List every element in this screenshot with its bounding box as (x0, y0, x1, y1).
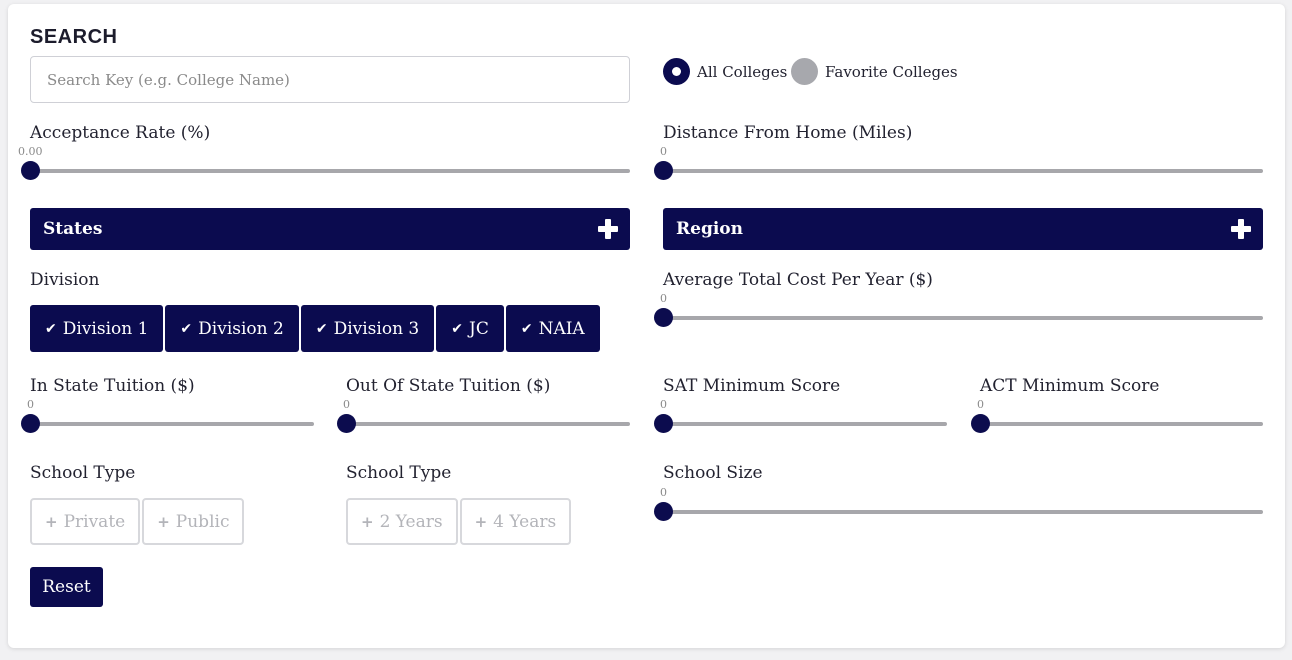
distance-from-home-value: 0 (660, 145, 667, 158)
act-minimum-value: 0 (977, 398, 984, 411)
jc-label: JC (469, 318, 489, 339)
two-years-label: 2 Years (379, 511, 443, 532)
slider-thumb[interactable] (654, 308, 673, 327)
division-2-toggle[interactable]: ✔ Division 2 (165, 305, 299, 352)
sat-minimum-value: 0 (660, 398, 667, 411)
out-of-state-tuition-value: 0 (343, 398, 350, 411)
check-icon: ✔ (180, 320, 193, 337)
slider-track (663, 422, 947, 426)
division-3-label: Division 3 (333, 318, 420, 339)
radio-favorite-colleges[interactable]: Favorite Colleges (791, 58, 958, 85)
sat-minimum-label: SAT Minimum Score (663, 376, 841, 396)
slider-track (663, 316, 1263, 320)
slider-track (30, 422, 314, 426)
slider-track (30, 169, 630, 173)
jc-toggle[interactable]: ✔ JC (436, 305, 504, 352)
slider-thumb[interactable] (21, 414, 40, 433)
check-icon: ✔ (451, 320, 463, 337)
public-toggle[interactable]: + Public (142, 498, 245, 545)
average-total-cost-value: 0 (660, 292, 667, 305)
distance-from-home-label: Distance From Home (Miles) (663, 123, 913, 143)
sat-minimum-slider[interactable] (654, 413, 947, 435)
slider-thumb[interactable] (21, 161, 40, 180)
plus-icon (598, 219, 618, 239)
out-of-state-tuition-slider[interactable] (337, 413, 630, 435)
radio-unselected-icon (791, 58, 818, 85)
plus-icon: + (361, 512, 374, 531)
radio-all-colleges[interactable]: All Colleges (663, 58, 787, 85)
plus-icon (1231, 219, 1251, 239)
search-heading: SEARCH (30, 26, 118, 48)
radio-selected-icon (663, 58, 690, 85)
slider-thumb[interactable] (971, 414, 990, 433)
school-type-length-options: +2 Years +4 Years (346, 498, 572, 545)
region-dropdown[interactable]: Region (663, 208, 1263, 250)
two-years-toggle[interactable]: +2 Years (346, 498, 458, 545)
states-label: States (43, 219, 103, 239)
school-size-label: School Size (663, 463, 763, 483)
slider-track (663, 510, 1263, 514)
division-options: ✔ Division 1 ✔ Division 2 ✔ Division 3 ✔ JC … (30, 305, 600, 352)
school-type-ownership-options: + Private + Public (30, 498, 245, 545)
slider-track (346, 422, 630, 426)
four-years-toggle[interactable]: +4 Years (459, 498, 572, 545)
states-dropdown[interactable]: States (30, 208, 630, 250)
plus-icon: + (157, 512, 170, 531)
naia-label: NAIA (538, 318, 585, 339)
division-3-toggle[interactable]: ✔ Division 3 (300, 305, 435, 352)
in-state-tuition-value: 0 (27, 398, 34, 411)
plus-icon: + (45, 512, 58, 531)
division-label: Division (30, 270, 100, 290)
check-icon: ✔ (45, 320, 57, 337)
school-type-length-label: School Type (346, 463, 452, 483)
search-input[interactable] (30, 56, 630, 103)
private-toggle[interactable]: + Private (30, 498, 141, 545)
out-of-state-tuition-label: Out Of State Tuition ($) (346, 376, 551, 396)
plus-icon: + (474, 512, 488, 531)
acceptance-rate-slider[interactable] (21, 160, 630, 182)
check-icon: ✔ (315, 320, 328, 337)
slider-thumb[interactable] (654, 161, 673, 180)
division-2-label: Division 2 (198, 318, 284, 339)
check-icon: ✔ (520, 320, 533, 337)
school-size-slider[interactable] (654, 501, 1263, 523)
act-minimum-label: ACT Minimum Score (980, 376, 1160, 396)
acceptance-rate-value: 0.00 (18, 145, 43, 158)
school-type-ownership-label: School Type (30, 463, 136, 483)
private-label: Private (63, 511, 126, 532)
act-minimum-slider[interactable] (971, 413, 1263, 435)
acceptance-rate-label: Acceptance Rate (%) (30, 123, 211, 143)
in-state-tuition-label: In State Tuition ($) (30, 376, 195, 396)
division-1-label: Division 1 (62, 318, 149, 339)
slider-track (980, 422, 1263, 426)
public-label: Public (175, 511, 230, 532)
average-total-cost-label: Average Total Cost Per Year ($) (663, 270, 933, 290)
radio-favorite-colleges-label: Favorite Colleges (825, 62, 958, 81)
region-label: Region (676, 219, 743, 239)
division-1-toggle[interactable]: ✔ Division 1 (30, 305, 164, 352)
school-size-value: 0 (660, 486, 667, 499)
naia-toggle[interactable]: ✔ NAIA (505, 305, 600, 352)
four-years-label: 4 Years (493, 511, 557, 532)
slider-thumb[interactable] (654, 502, 673, 521)
slider-thumb[interactable] (337, 414, 356, 433)
radio-all-colleges-label: All Colleges (697, 62, 788, 81)
in-state-tuition-slider[interactable] (21, 413, 314, 435)
slider-thumb[interactable] (654, 414, 673, 433)
slider-track (663, 169, 1263, 173)
reset-button[interactable]: Reset (30, 567, 103, 607)
average-total-cost-slider[interactable] (654, 307, 1263, 329)
distance-from-home-slider[interactable] (654, 160, 1263, 182)
